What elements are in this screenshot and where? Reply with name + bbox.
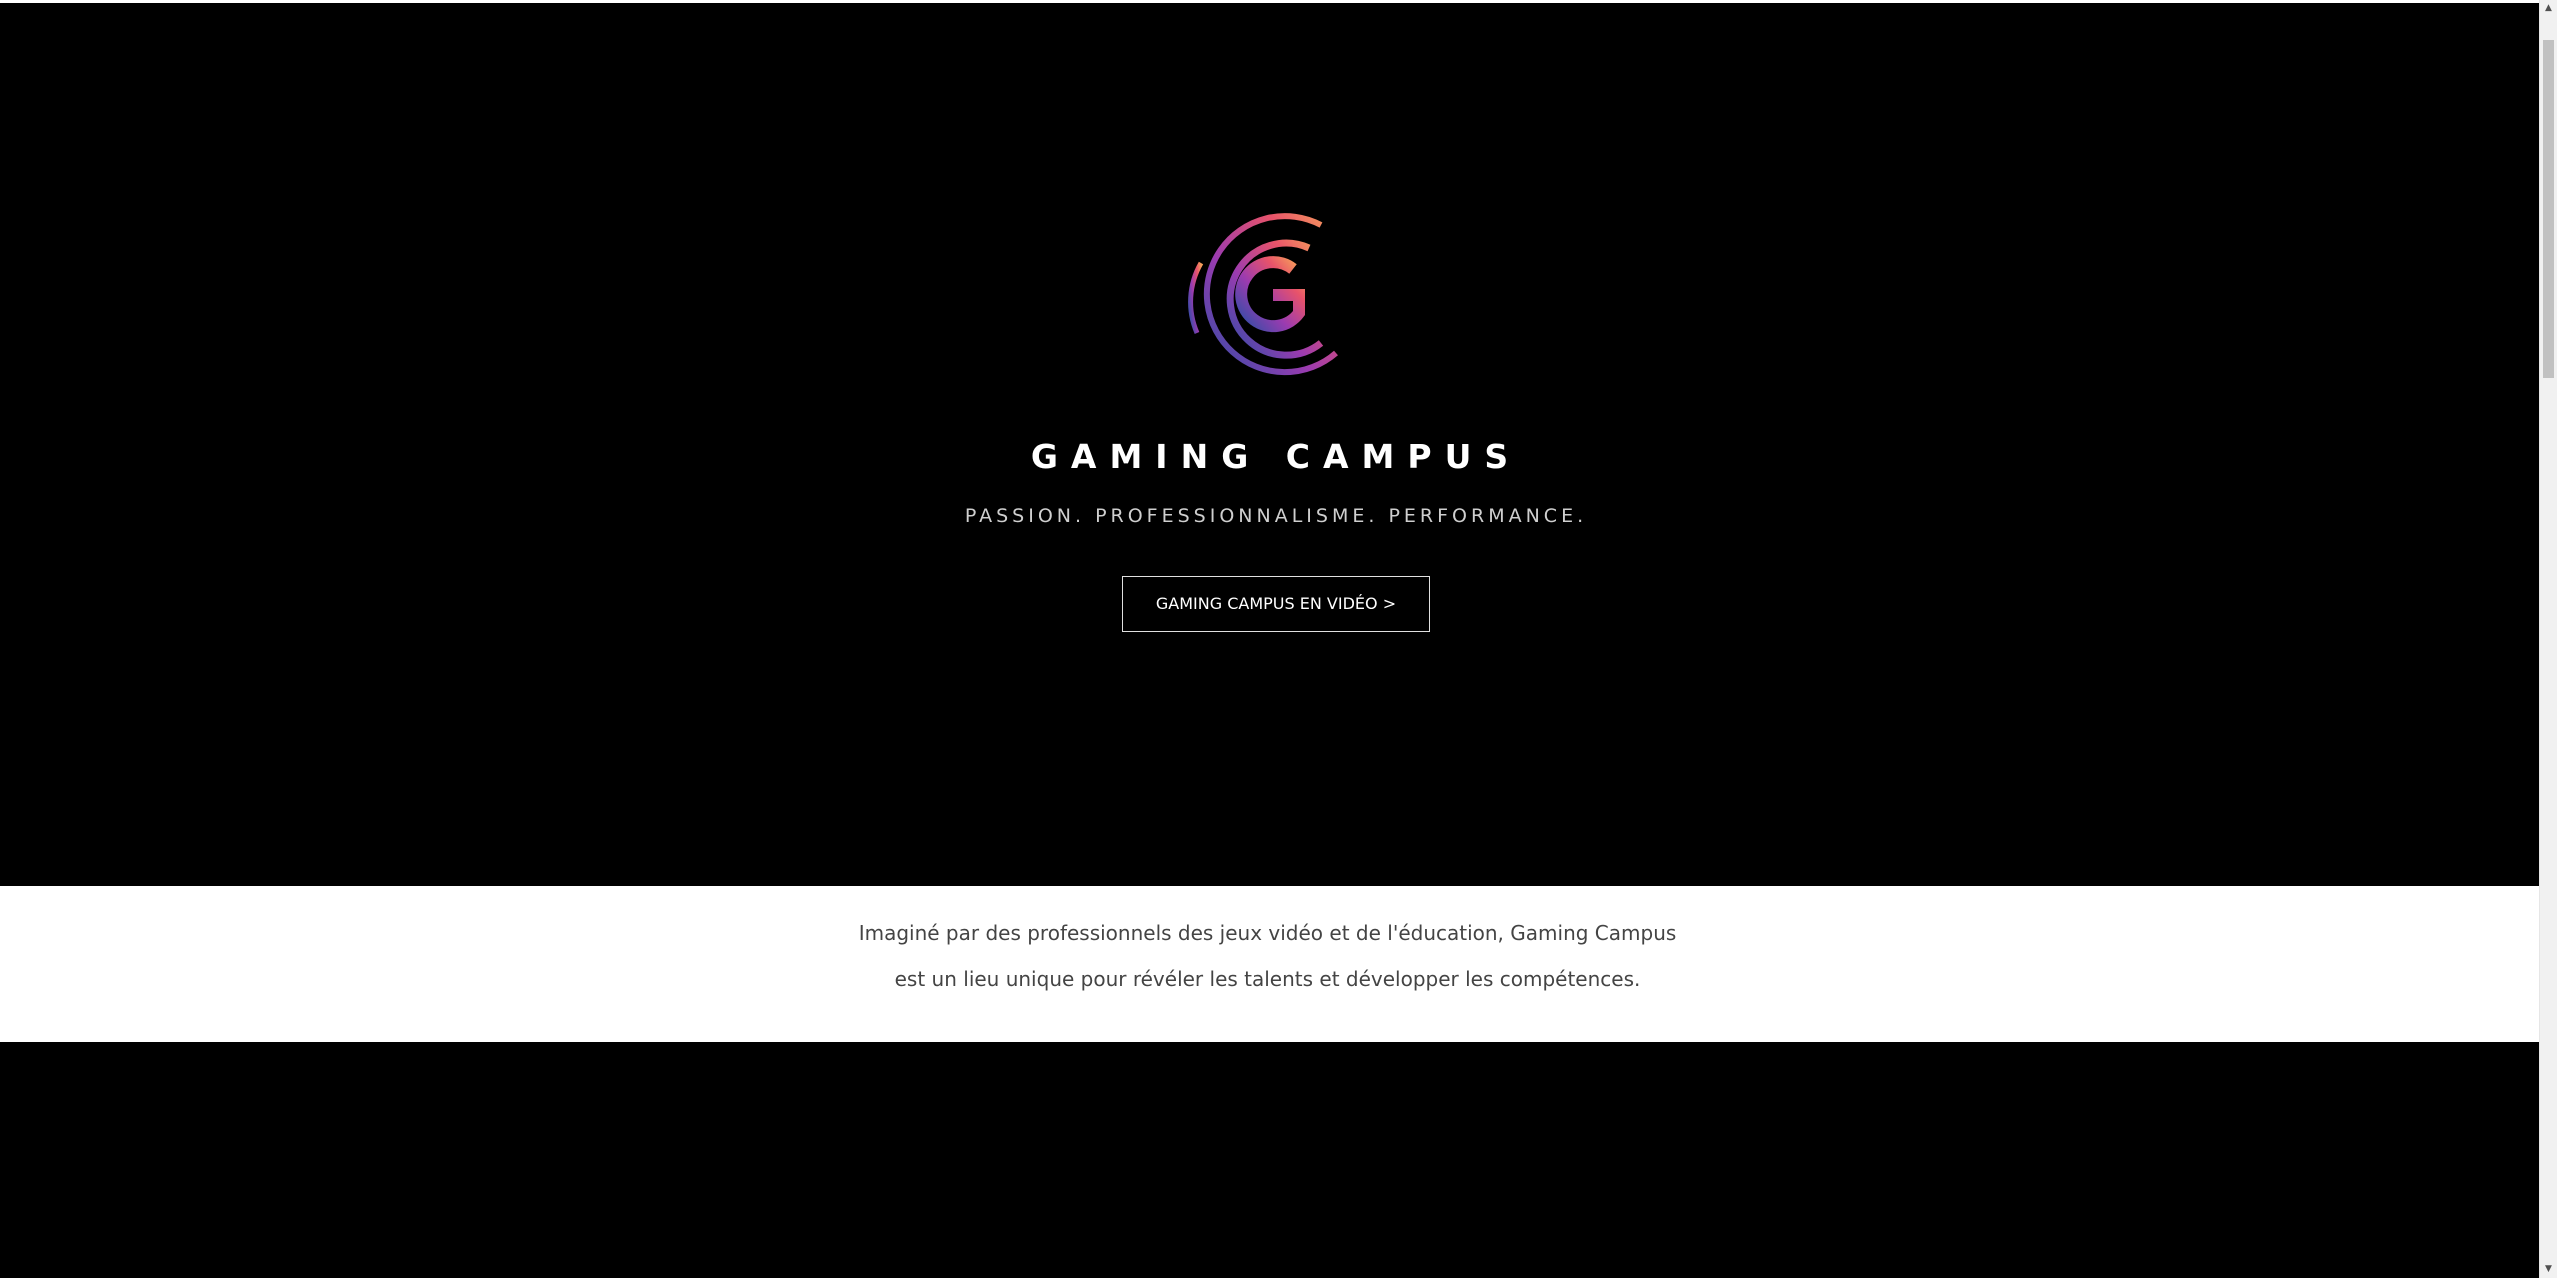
intro-text-line-1: Imaginé par des professionnels des jeux … — [858, 921, 1677, 945]
intro-section: Imaginé par des professionnels des jeux … — [0, 886, 2539, 1042]
viewport: GAMING CAMPUS PASSION. PROFESSIONNALISME… — [0, 0, 2539, 1278]
scroll-down-arrow-icon[interactable]: ▼ — [2540, 1261, 2557, 1278]
tagline: PASSION. PROFESSIONNALISME. PERFORMANCE. — [964, 505, 1588, 527]
intro-text-line-2: est un lieu unique pour révéler les tale… — [894, 967, 1641, 991]
vertical-scrollbar[interactable]: ▲ ▼ — [2539, 0, 2557, 1278]
video-button[interactable]: GAMING CAMPUS EN VIDÉO > — [1122, 576, 1430, 632]
brand-title: GAMING CAMPUS — [1030, 437, 1522, 476]
page: GAMING CAMPUS PASSION. PROFESSIONNALISME… — [0, 0, 2557, 1278]
lower-section — [0, 1042, 2539, 1278]
hero-section: GAMING CAMPUS PASSION. PROFESSIONNALISME… — [0, 3, 2539, 886]
gaming-campus-logo-icon[interactable] — [1181, 203, 1361, 393]
scroll-up-arrow-icon[interactable]: ▲ — [2540, 0, 2557, 17]
scrollbar-thumb[interactable] — [2543, 40, 2554, 378]
